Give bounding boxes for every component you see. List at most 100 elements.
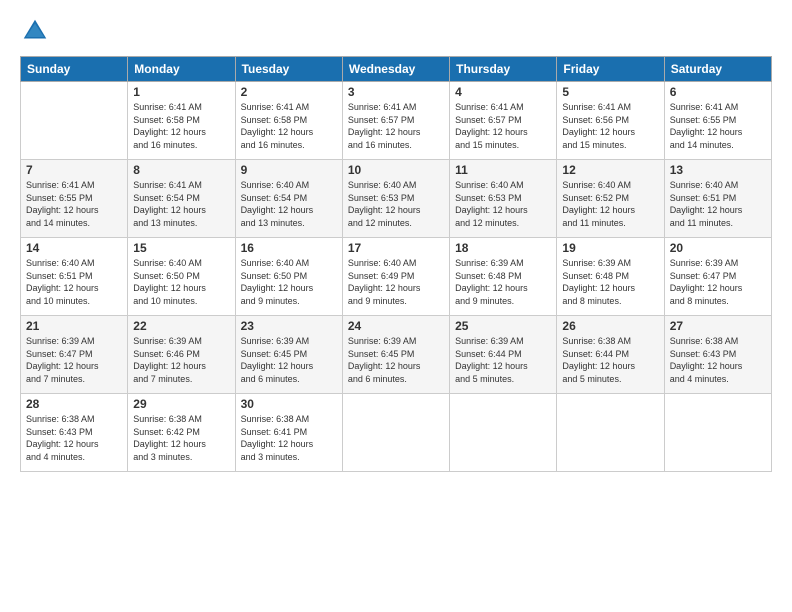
calendar-cell: 10 Sunrise: 6:40 AM Sunset: 6:53 PM Dayli… bbox=[342, 160, 449, 238]
calendar-cell bbox=[342, 394, 449, 472]
day-number: 23 bbox=[241, 319, 337, 333]
day-number: 25 bbox=[455, 319, 551, 333]
day-info: Sunrise: 6:41 AM Sunset: 6:58 PM Dayligh… bbox=[133, 101, 229, 151]
calendar-cell: 23Sunrise: 6:39 AM Sunset: 6:45 PM Dayli… bbox=[235, 316, 342, 394]
logo-icon bbox=[20, 16, 50, 46]
page: SundayMondayTuesdayWednesdayThursdayFrid… bbox=[0, 0, 792, 612]
calendar-week-2: 7 Sunrise: 6:41 AM Sunset: 6:55 PM Daylig… bbox=[21, 160, 772, 238]
calendar-cell: 27 Sunrise: 6:38 AM Sunset: 6:43 PM Dayli… bbox=[664, 316, 771, 394]
calendar-cell: 13 Sunrise: 6:40 AM Sunset: 6:51 PM Dayli… bbox=[664, 160, 771, 238]
day-info: Sunrise: 6:41 AM Sunset: 6:56 PM Dayligh… bbox=[562, 101, 658, 151]
calendar-cell: 26Sunrise: 6:38 AM Sunset: 6:44 PM Dayli… bbox=[557, 316, 664, 394]
calendar-cell: 25 Sunrise: 6:39 AM Sunset: 6:44 PM Dayli… bbox=[450, 316, 557, 394]
header-friday: Friday bbox=[557, 57, 664, 82]
calendar-cell: 14Sunrise: 6:40 AM Sunset: 6:51 PM Dayli… bbox=[21, 238, 128, 316]
day-info: Sunrise: 6:40 AM Sunset: 6:49 PM Dayligh… bbox=[348, 257, 444, 307]
day-number: 28 bbox=[26, 397, 122, 411]
header-saturday: Saturday bbox=[664, 57, 771, 82]
day-number: 7 bbox=[26, 163, 122, 177]
header-monday: Monday bbox=[128, 57, 235, 82]
calendar-cell: 22 Sunrise: 6:39 AM Sunset: 6:46 PM Dayli… bbox=[128, 316, 235, 394]
calendar-cell bbox=[450, 394, 557, 472]
day-number: 18 bbox=[455, 241, 551, 255]
calendar-cell: 15 Sunrise: 6:40 AM Sunset: 6:50 PM Dayli… bbox=[128, 238, 235, 316]
calendar-cell: 8 Sunrise: 6:41 AM Sunset: 6:54 PM Daylig… bbox=[128, 160, 235, 238]
day-number: 9 bbox=[241, 163, 337, 177]
day-number: 29 bbox=[133, 397, 229, 411]
calendar-week-1: 1 Sunrise: 6:41 AM Sunset: 6:58 PM Daylig… bbox=[21, 82, 772, 160]
day-number: 30 bbox=[241, 397, 337, 411]
calendar-cell: 2Sunrise: 6:41 AM Sunset: 6:58 PM Daylig… bbox=[235, 82, 342, 160]
calendar-week-3: 14Sunrise: 6:40 AM Sunset: 6:51 PM Dayli… bbox=[21, 238, 772, 316]
calendar-cell: 9 Sunrise: 6:40 AM Sunset: 6:54 PM Daylig… bbox=[235, 160, 342, 238]
day-number: 15 bbox=[133, 241, 229, 255]
calendar-cell: 20 Sunrise: 6:39 AM Sunset: 6:47 PM Dayli… bbox=[664, 238, 771, 316]
day-info: Sunrise: 6:40 AM Sunset: 6:53 PM Dayligh… bbox=[455, 179, 551, 229]
day-number: 6 bbox=[670, 85, 766, 99]
day-info: Sunrise: 6:41 AM Sunset: 6:55 PM Dayligh… bbox=[26, 179, 122, 229]
day-number: 4 bbox=[455, 85, 551, 99]
calendar-cell: 3 Sunrise: 6:41 AM Sunset: 6:57 PM Daylig… bbox=[342, 82, 449, 160]
calendar-cell: 12Sunrise: 6:40 AM Sunset: 6:52 PM Dayli… bbox=[557, 160, 664, 238]
day-number: 16 bbox=[241, 241, 337, 255]
calendar-cell bbox=[21, 82, 128, 160]
day-info: Sunrise: 6:41 AM Sunset: 6:55 PM Dayligh… bbox=[670, 101, 766, 151]
logo bbox=[20, 16, 54, 46]
day-number: 1 bbox=[133, 85, 229, 99]
header-tuesday: Tuesday bbox=[235, 57, 342, 82]
day-number: 5 bbox=[562, 85, 658, 99]
calendar-week-5: 28 Sunrise: 6:38 AM Sunset: 6:43 PM Dayli… bbox=[21, 394, 772, 472]
day-info: Sunrise: 6:41 AM Sunset: 6:57 PM Dayligh… bbox=[348, 101, 444, 151]
calendar-cell: 18 Sunrise: 6:39 AM Sunset: 6:48 PM Dayli… bbox=[450, 238, 557, 316]
day-number: 21 bbox=[26, 319, 122, 333]
calendar-cell: 4 Sunrise: 6:41 AM Sunset: 6:57 PM Daylig… bbox=[450, 82, 557, 160]
calendar-cell: 24 Sunrise: 6:39 AM Sunset: 6:45 PM Dayli… bbox=[342, 316, 449, 394]
header-sunday: Sunday bbox=[21, 57, 128, 82]
day-info: Sunrise: 6:39 AM Sunset: 6:48 PM Dayligh… bbox=[455, 257, 551, 307]
day-info: Sunrise: 6:39 AM Sunset: 6:45 PM Dayligh… bbox=[348, 335, 444, 385]
day-number: 14 bbox=[26, 241, 122, 255]
day-number: 13 bbox=[670, 163, 766, 177]
calendar-week-4: 21Sunrise: 6:39 AM Sunset: 6:47 PM Dayli… bbox=[21, 316, 772, 394]
calendar-cell bbox=[557, 394, 664, 472]
day-info: Sunrise: 6:39 AM Sunset: 6:46 PM Dayligh… bbox=[133, 335, 229, 385]
calendar-cell: 21Sunrise: 6:39 AM Sunset: 6:47 PM Dayli… bbox=[21, 316, 128, 394]
day-number: 20 bbox=[670, 241, 766, 255]
calendar-cell: 28 Sunrise: 6:38 AM Sunset: 6:43 PM Dayli… bbox=[21, 394, 128, 472]
day-number: 27 bbox=[670, 319, 766, 333]
day-info: Sunrise: 6:40 AM Sunset: 6:50 PM Dayligh… bbox=[241, 257, 337, 307]
day-info: Sunrise: 6:41 AM Sunset: 6:54 PM Dayligh… bbox=[133, 179, 229, 229]
calendar-cell: 29Sunrise: 6:38 AM Sunset: 6:42 PM Dayli… bbox=[128, 394, 235, 472]
day-info: Sunrise: 6:39 AM Sunset: 6:48 PM Dayligh… bbox=[562, 257, 658, 307]
day-info: Sunrise: 6:41 AM Sunset: 6:58 PM Dayligh… bbox=[241, 101, 337, 151]
day-info: Sunrise: 6:39 AM Sunset: 6:47 PM Dayligh… bbox=[670, 257, 766, 307]
day-info: Sunrise: 6:41 AM Sunset: 6:57 PM Dayligh… bbox=[455, 101, 551, 151]
header bbox=[20, 16, 772, 46]
day-info: Sunrise: 6:38 AM Sunset: 6:44 PM Dayligh… bbox=[562, 335, 658, 385]
day-number: 3 bbox=[348, 85, 444, 99]
calendar-cell: 16 Sunrise: 6:40 AM Sunset: 6:50 PM Dayli… bbox=[235, 238, 342, 316]
day-info: Sunrise: 6:38 AM Sunset: 6:43 PM Dayligh… bbox=[670, 335, 766, 385]
day-info: Sunrise: 6:40 AM Sunset: 6:52 PM Dayligh… bbox=[562, 179, 658, 229]
day-number: 24 bbox=[348, 319, 444, 333]
calendar-cell: 11 Sunrise: 6:40 AM Sunset: 6:53 PM Dayli… bbox=[450, 160, 557, 238]
day-info: Sunrise: 6:40 AM Sunset: 6:51 PM Dayligh… bbox=[670, 179, 766, 229]
calendar-cell: 5 Sunrise: 6:41 AM Sunset: 6:56 PM Daylig… bbox=[557, 82, 664, 160]
day-info: Sunrise: 6:40 AM Sunset: 6:53 PM Dayligh… bbox=[348, 179, 444, 229]
day-info: Sunrise: 6:38 AM Sunset: 6:43 PM Dayligh… bbox=[26, 413, 122, 463]
calendar-cell: 7 Sunrise: 6:41 AM Sunset: 6:55 PM Daylig… bbox=[21, 160, 128, 238]
day-number: 11 bbox=[455, 163, 551, 177]
header-wednesday: Wednesday bbox=[342, 57, 449, 82]
calendar-cell bbox=[664, 394, 771, 472]
calendar-header-row: SundayMondayTuesdayWednesdayThursdayFrid… bbox=[21, 57, 772, 82]
day-number: 10 bbox=[348, 163, 444, 177]
day-number: 8 bbox=[133, 163, 229, 177]
day-info: Sunrise: 6:38 AM Sunset: 6:41 PM Dayligh… bbox=[241, 413, 337, 463]
day-info: Sunrise: 6:40 AM Sunset: 6:50 PM Dayligh… bbox=[133, 257, 229, 307]
day-info: Sunrise: 6:39 AM Sunset: 6:44 PM Dayligh… bbox=[455, 335, 551, 385]
day-number: 17 bbox=[348, 241, 444, 255]
day-number: 22 bbox=[133, 319, 229, 333]
day-info: Sunrise: 6:40 AM Sunset: 6:54 PM Dayligh… bbox=[241, 179, 337, 229]
day-number: 19 bbox=[562, 241, 658, 255]
calendar-cell: 19 Sunrise: 6:39 AM Sunset: 6:48 PM Dayli… bbox=[557, 238, 664, 316]
